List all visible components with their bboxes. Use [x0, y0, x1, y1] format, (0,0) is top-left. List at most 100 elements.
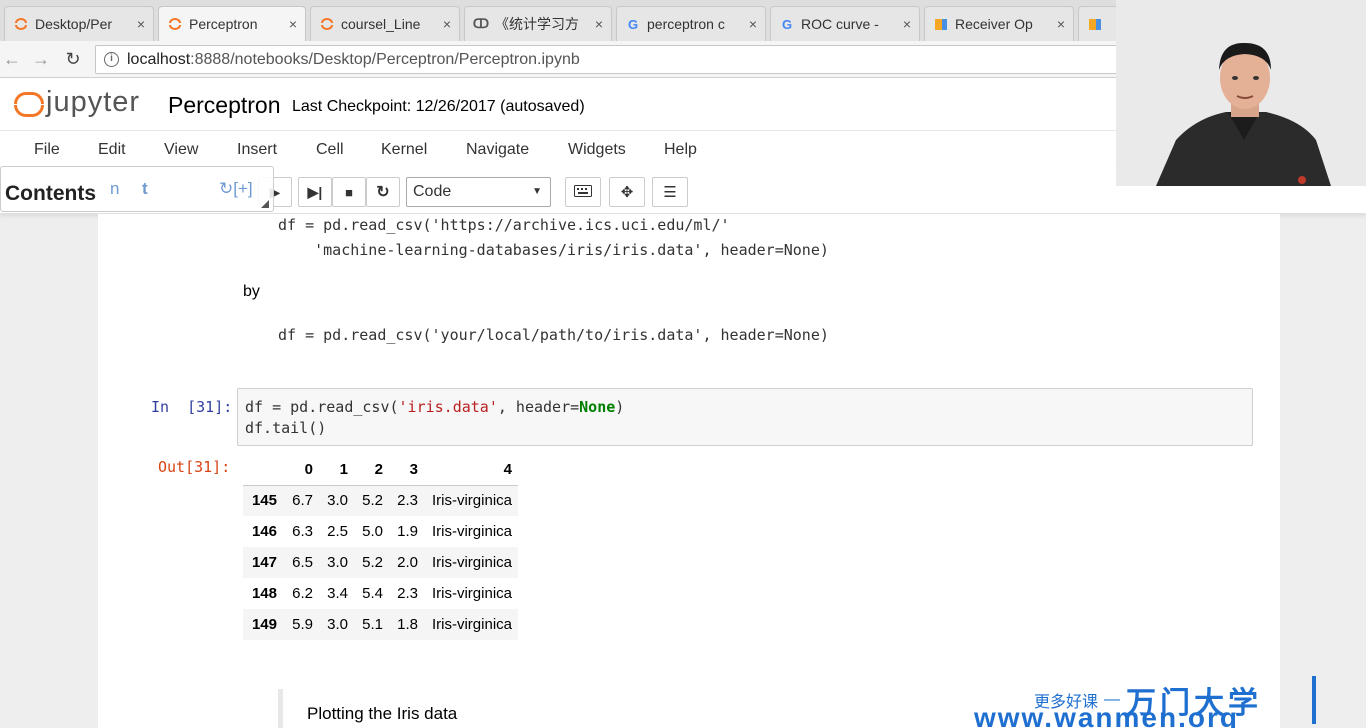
table-cell: 3.0 — [327, 616, 348, 633]
table-cell: Iris-virginica — [431, 585, 512, 602]
restart-kernel-button[interactable]: ↻ — [366, 177, 400, 207]
close-icon[interactable]: × — [903, 16, 911, 32]
browser-tab[interactable]: Desktop/Per × — [4, 6, 154, 41]
browser-tab[interactable]: G ROC curve - × — [770, 6, 920, 41]
menu-widgets[interactable]: Widgets — [568, 141, 626, 159]
table-cell: 1.9 — [397, 523, 418, 540]
command-palette-button[interactable] — [565, 177, 601, 207]
table-cell: 5.4 — [362, 585, 383, 602]
table-header: 0 — [283, 454, 319, 486]
url-input[interactable]: i localhost:8888/notebooks/Desktop/Perce… — [95, 45, 1125, 74]
code-line: df.tail() — [245, 419, 327, 437]
menu-file[interactable]: File — [34, 141, 60, 159]
table-row: 145 6.7 3.0 5.2 2.3 Iris-virginica — [243, 485, 518, 516]
move-button[interactable]: ✥ — [609, 177, 645, 207]
stop-icon: ■ — [345, 184, 353, 200]
table-cell: 5.1 — [362, 616, 383, 633]
google-icon: G — [781, 16, 793, 32]
table-cell: 6.2 — [292, 585, 313, 602]
table-row: 149 5.9 3.0 5.1 1.8 Iris-virginica — [243, 609, 518, 640]
toc-panel[interactable]: Contents n t ↻[+] — [0, 166, 274, 212]
browser-tab[interactable]: ↀ 《统计学习方 × — [464, 6, 612, 41]
browser-tab[interactable]: Receiver Op × — [924, 6, 1074, 41]
toc-title: Contents — [5, 182, 96, 205]
table-cell: 3.0 — [327, 554, 348, 571]
code-cell-input[interactable]: df = pd.read_csv('iris.data', header=Non… — [237, 388, 1253, 446]
menu-navigate[interactable]: Navigate — [466, 141, 529, 159]
toc-refresh-icon[interactable]: ↻[+] — [219, 179, 253, 199]
webcam-overlay — [1116, 0, 1366, 186]
jupyter-logo[interactable]: jupyter — [12, 86, 140, 119]
toc-toggle-button[interactable]: ☰ — [652, 177, 688, 207]
toc-numbering-icon[interactable]: n — [110, 179, 119, 199]
table-header: 2 — [354, 454, 389, 486]
back-arrow-icon[interactable]: ← — [0, 47, 24, 71]
resize-grip-icon[interactable] — [261, 200, 269, 208]
code-string: 'iris.data' — [398, 398, 498, 416]
bookmark-icon — [933, 16, 949, 32]
markdown-code-line: df = pd.read_csv('https://archive.ics.uc… — [278, 216, 730, 234]
table-cell: 6.5 — [292, 554, 313, 571]
interrupt-kernel-button[interactable]: ■ — [332, 177, 366, 207]
close-icon[interactable]: × — [1057, 16, 1065, 32]
menu-kernel[interactable]: Kernel — [381, 141, 427, 159]
output-prompt: Out[31]: — [158, 458, 231, 476]
row-index: 147 — [251, 554, 277, 571]
page-icon: ↀ — [472, 16, 490, 31]
move-icon: ✥ — [620, 184, 634, 201]
table-cell: 2.3 — [397, 585, 418, 602]
close-icon[interactable]: × — [749, 16, 757, 32]
dataframe-table: 0 1 2 3 4 145 6.7 3.0 5.2 2.3 Iris-virginica 1… — [243, 454, 518, 640]
menu-view[interactable]: View — [164, 141, 198, 159]
markdown-heading: Plotting the Iris data — [278, 689, 778, 728]
browser-tab[interactable]: coursel_Line × — [310, 6, 460, 41]
tab-title: Perceptron — [189, 16, 258, 32]
run-next-button[interactable]: ▶| — [298, 177, 332, 207]
keyboard-icon — [574, 184, 592, 200]
table-cell: Iris-virginica — [431, 616, 512, 633]
jupyter-logo-text: jupyter — [46, 86, 141, 118]
jupyter-icon — [319, 16, 335, 32]
toc-text-icon[interactable]: t — [142, 179, 148, 199]
table-cell: 2.3 — [397, 492, 418, 510]
cell-type-value: Code — [413, 183, 452, 200]
menu-help[interactable]: Help — [664, 141, 697, 159]
table-row: 147 6.5 3.0 5.2 2.0 Iris-virginica — [243, 547, 518, 578]
tab-title: Receiver Op — [955, 16, 1033, 32]
forward-arrow-icon[interactable]: → — [29, 47, 53, 71]
table-cell: 2.0 — [397, 554, 418, 571]
close-icon[interactable]: × — [443, 16, 451, 32]
notebook-name[interactable]: Perceptron — [168, 92, 281, 119]
row-index: 148 — [251, 585, 277, 602]
browser-tab[interactable]: G perceptron c × — [616, 6, 766, 41]
markdown-code-line: df = pd.read_csv('your/local/path/to/iri… — [278, 326, 829, 344]
cell-type-select[interactable]: Code ▼ — [406, 177, 551, 207]
tab-title: coursel_Line — [341, 16, 421, 32]
jupyter-icon — [13, 16, 29, 32]
close-icon[interactable]: × — [137, 16, 145, 32]
menu-edit[interactable]: Edit — [98, 141, 126, 159]
table-cell: 6.3 — [292, 523, 313, 540]
notebook-container: df = pd.read_csv('https://archive.ics.uc… — [98, 214, 1280, 728]
code-text: ) — [615, 398, 625, 416]
close-icon[interactable]: × — [595, 16, 603, 32]
tab-title: 《统计学习方 — [495, 16, 579, 32]
code-text: , header= — [497, 398, 580, 416]
markdown-code-line: 'machine-learning-databases/iris/iris.da… — [278, 241, 829, 259]
table-cell: 5.9 — [292, 616, 313, 633]
browser-tab-active[interactable]: Perceptron × — [158, 6, 306, 41]
reload-icon[interactable]: ↻ — [61, 47, 85, 71]
browser-tab[interactable]: R — [1078, 6, 1118, 41]
table-cell: 5.2 — [362, 492, 383, 510]
menu-insert[interactable]: Insert — [237, 141, 277, 159]
table-cell: Iris-virginica — [431, 523, 512, 540]
bookmark-icon — [1087, 16, 1103, 32]
info-icon[interactable]: i — [104, 52, 119, 67]
watermark-bar — [1312, 676, 1316, 724]
close-icon[interactable]: × — [289, 16, 297, 32]
code-line: df = pd.read_csv('iris.data', header=Non… — [245, 398, 624, 416]
presenter-video — [1116, 0, 1366, 186]
table-cell: Iris-virginica — [431, 492, 512, 510]
tab-title: ROC curve - — [801, 16, 879, 32]
menu-cell[interactable]: Cell — [316, 141, 344, 159]
